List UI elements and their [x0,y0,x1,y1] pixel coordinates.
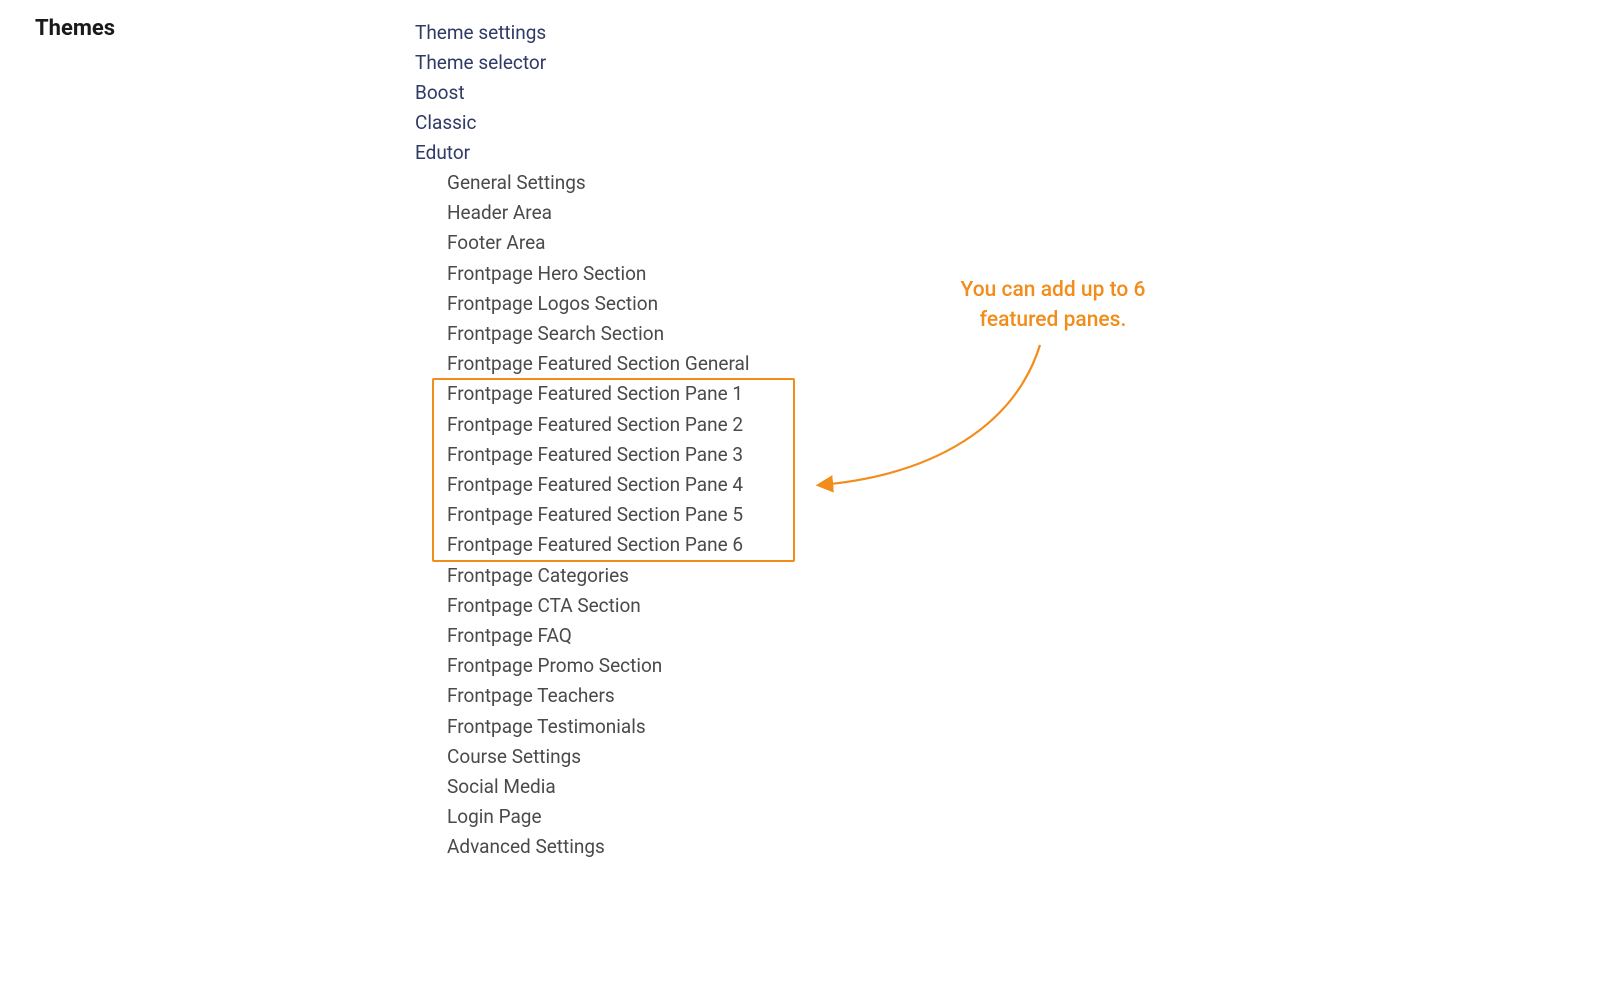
sub-nav-frontpage-teachers[interactable]: Frontpage Teachers [447,681,749,711]
edutor-sub-nav: General Settings Header Area Footer Area… [447,168,749,863]
sub-nav-frontpage-categories[interactable]: Frontpage Categories [447,561,749,591]
sub-nav-frontpage-featured-pane-2[interactable]: Frontpage Featured Section Pane 2 [447,410,749,440]
annotation-line-1: You can add up to 6 [961,278,1146,302]
sub-nav-frontpage-featured-pane-6[interactable]: Frontpage Featured Section Pane 6 [447,530,749,560]
sub-nav-frontpage-search[interactable]: Frontpage Search Section [447,319,749,349]
annotation-line-2: featured panes. [980,308,1127,332]
sub-nav-login-page[interactable]: Login Page [447,802,749,832]
sub-nav-general-settings[interactable]: General Settings [447,168,749,198]
sub-nav-frontpage-hero[interactable]: Frontpage Hero Section [447,259,749,289]
annotation-callout: You can add up to 6 featured panes. [938,275,1168,336]
sub-nav-frontpage-faq[interactable]: Frontpage FAQ [447,621,749,651]
section-heading-themes: Themes [35,16,115,41]
sub-nav-advanced-settings[interactable]: Advanced Settings [447,832,749,862]
sub-nav-header-area[interactable]: Header Area [447,198,749,228]
nav-link-theme-selector[interactable]: Theme selector [415,48,749,78]
sub-nav-frontpage-featured-pane-1[interactable]: Frontpage Featured Section Pane 1 [447,379,749,409]
nav-link-classic[interactable]: Classic [415,108,749,138]
themes-nav-column: Theme settings Theme selector Boost Clas… [415,18,749,863]
sub-nav-frontpage-cta[interactable]: Frontpage CTA Section [447,591,749,621]
sub-nav-social-media[interactable]: Social Media [447,772,749,802]
sub-nav-frontpage-logos[interactable]: Frontpage Logos Section [447,289,749,319]
sub-nav-frontpage-featured-pane-5[interactable]: Frontpage Featured Section Pane 5 [447,500,749,530]
annotation-arrow-icon [805,335,1055,495]
sub-nav-footer-area[interactable]: Footer Area [447,228,749,258]
nav-link-edutor[interactable]: Edutor [415,138,749,168]
sub-nav-frontpage-featured-general[interactable]: Frontpage Featured Section General [447,349,749,379]
sub-nav-frontpage-promo[interactable]: Frontpage Promo Section [447,651,749,681]
sub-nav-course-settings[interactable]: Course Settings [447,742,749,772]
sub-nav-frontpage-featured-pane-3[interactable]: Frontpage Featured Section Pane 3 [447,440,749,470]
sub-nav-frontpage-testimonials[interactable]: Frontpage Testimonials [447,712,749,742]
nav-link-boost[interactable]: Boost [415,78,749,108]
nav-link-theme-settings[interactable]: Theme settings [415,18,749,48]
sub-nav-frontpage-featured-pane-4[interactable]: Frontpage Featured Section Pane 4 [447,470,749,500]
